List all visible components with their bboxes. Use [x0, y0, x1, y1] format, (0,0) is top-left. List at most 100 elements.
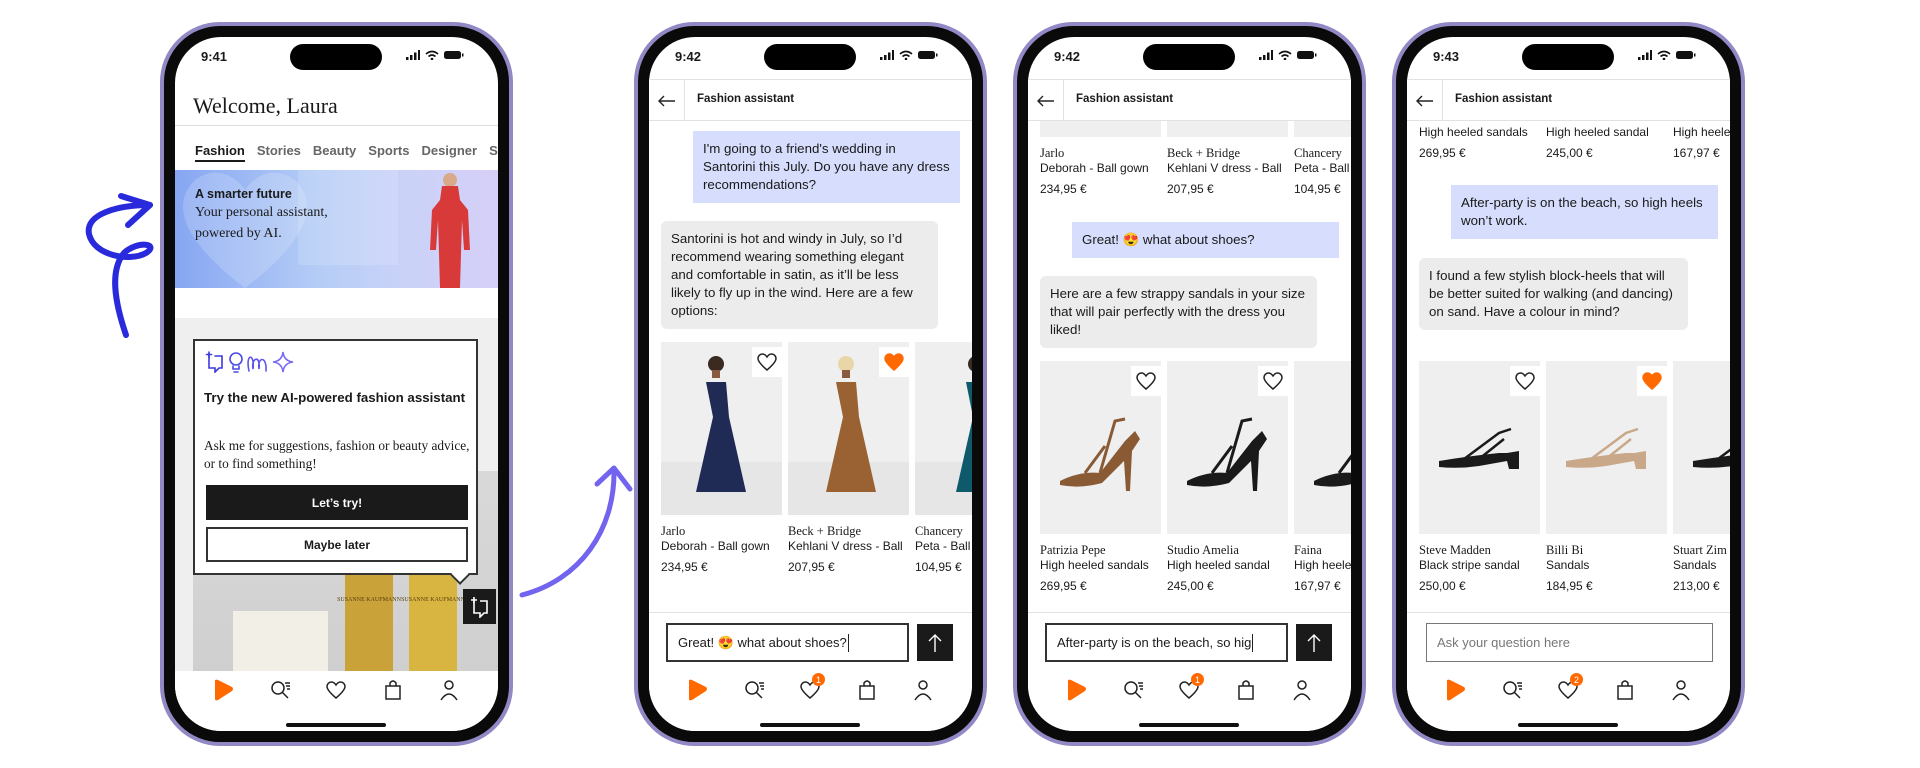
product-image[interactable] [1294, 361, 1351, 534]
product-price: 207,95 € [1167, 182, 1214, 196]
product-card[interactable]: Billi Bi Sandals 184,95 € [1546, 361, 1667, 593]
bottom-nav [175, 671, 498, 731]
wishlist-button[interactable]: 2 [1556, 673, 1583, 702]
product-name: Deborah - Ball gown [1040, 161, 1149, 175]
tab-sports[interactable]: Sports [368, 143, 409, 162]
profile-button[interactable] [1669, 678, 1693, 702]
back-button[interactable] [649, 80, 685, 121]
wishlist-button[interactable]: 1 [1177, 673, 1204, 702]
ai-banner[interactable]: A smarter future Your personal assistant… [175, 170, 498, 288]
product-image[interactable] [1419, 361, 1540, 534]
banner-line-1: Your personal assistant, [195, 205, 328, 220]
product-name: High heeled sandals [1040, 558, 1149, 572]
chat-input-value: After-party is on the beach, so hig [1057, 635, 1252, 650]
tab-fashion[interactable]: Fashion [195, 143, 245, 162]
wishlist-badge: 1 [1191, 673, 1204, 686]
chat-input[interactable]: Ask your question here [1426, 623, 1713, 662]
phone-home: 9:41 Welcome, Laura Fashion Stories Beau… [160, 22, 513, 746]
wishlist-toggle[interactable] [879, 347, 909, 377]
product-image[interactable] [1167, 121, 1288, 137]
product-image[interactable] [788, 342, 909, 515]
wishlist-button[interactable] [324, 678, 348, 702]
profile-button[interactable] [1290, 678, 1314, 702]
product-card[interactable]: Beck + Bridge Kehlani V dress - Ball 207… [1167, 121, 1288, 196]
wishlist-toggle[interactable] [1258, 366, 1288, 396]
product-card[interactable]: Patrizia Pepe High heeled sandals 269,95… [1040, 361, 1161, 593]
home-button[interactable] [1443, 678, 1467, 702]
signal-icon [1259, 50, 1273, 60]
product-card[interactable]: Jarlo Deborah - Ball gown 234,95 € [661, 342, 782, 574]
product-card[interactable]: Chancery Peta - Ball 104,95 € [1294, 121, 1351, 196]
product-price: 104,95 € [915, 560, 962, 574]
product-price: 104,95 € [1294, 182, 1341, 196]
product-brand: Beck + Bridge [1167, 146, 1241, 160]
profile-button[interactable] [911, 678, 935, 702]
chat-input[interactable]: Great! 😍 what about shoes? [666, 623, 909, 662]
bag-button[interactable] [855, 678, 879, 702]
product-image[interactable] [1040, 361, 1161, 534]
product-name: High heeled sandal [1546, 125, 1649, 139]
bag-button[interactable] [381, 678, 405, 702]
sparkle-chat-icon [470, 596, 488, 618]
product-price: 250,00 € [1419, 579, 1466, 593]
product-image[interactable] [1546, 361, 1667, 534]
home-button[interactable] [1064, 678, 1088, 702]
search-button[interactable] [269, 678, 293, 702]
product-image[interactable] [915, 342, 972, 515]
product-card[interactable]: High heeled sandal 245,00 € [1546, 121, 1667, 160]
tab-beauty[interactable]: Beauty [313, 143, 356, 162]
product-image[interactable] [1294, 121, 1351, 137]
search-button[interactable] [1501, 678, 1525, 702]
lets-try-button[interactable]: Let’s try! [206, 485, 468, 520]
product-card[interactable]: Beck + Bridge Kehlani V dress - Ball 207… [788, 342, 909, 574]
product-image[interactable] [1040, 121, 1161, 137]
send-button[interactable] [917, 624, 953, 661]
wishlist-toggle[interactable] [1131, 366, 1161, 396]
tab-designer[interactable]: Designer [421, 143, 477, 162]
back-button[interactable] [1028, 80, 1064, 121]
curly-arrow-icon [85, 193, 154, 338]
product-image[interactable] [1673, 361, 1730, 534]
assistant-chat-button[interactable] [463, 589, 496, 624]
back-button[interactable] [1407, 80, 1443, 121]
wishlist-button[interactable]: 1 [798, 673, 825, 702]
product-card[interactable]: Faina High heele 167,97 € [1294, 361, 1351, 593]
send-button[interactable] [1296, 624, 1332, 661]
product-card[interactable]: Steve Madden Black stripe sandal 250,00 … [1419, 361, 1540, 593]
product-card[interactable]: Jarlo Deborah - Ball gown 234,95 € [1040, 121, 1161, 196]
chat-messages[interactable]: I'm going to a friend's wedding in Santo… [649, 121, 972, 612]
product-price: 245,00 € [1546, 146, 1593, 160]
tab-more[interactable]: S [489, 143, 498, 162]
wishlist-toggle[interactable] [1510, 366, 1540, 396]
squiggle-icon [247, 356, 267, 372]
home-button[interactable] [211, 678, 235, 702]
chat-input[interactable]: After-party is on the beach, so hig [1045, 623, 1288, 662]
chat-messages[interactable]: Jarlo Deborah - Ball gown 234,95 € Beck … [1028, 121, 1351, 612]
chat-messages[interactable]: High heeled sandals 269,95 € High heeled… [1407, 121, 1730, 612]
tab-stories[interactable]: Stories [257, 143, 301, 162]
search-button[interactable] [1122, 678, 1146, 702]
bag-button[interactable] [1613, 678, 1637, 702]
bag-button[interactable] [1234, 678, 1258, 702]
chat-title: Fashion assistant [697, 93, 795, 105]
product-card[interactable]: High heeled sandals 269,95 € [1419, 121, 1540, 160]
search-icon [1122, 681, 1146, 706]
product-card[interactable]: High heele 167,97 € [1673, 121, 1730, 160]
product-card[interactable]: Stuart Zim Sandals 213,00 € [1673, 361, 1730, 593]
product-card[interactable]: Studio Amelia High heeled sandal 245,00 … [1167, 361, 1288, 593]
product-card[interactable]: Chancery Peta - Ball 104,95 € [915, 342, 972, 574]
product-carousel: Steve Madden Black stripe sandal 250,00 … [1419, 361, 1730, 593]
product-brand: Chancery [1294, 146, 1342, 160]
maybe-later-button[interactable]: Maybe later [206, 527, 468, 562]
product-image[interactable] [1167, 361, 1288, 534]
product-image[interactable] [661, 342, 782, 515]
assistant-message: Here are a few strappy sandals in your s… [1040, 276, 1317, 348]
curved-arrow-icon [519, 465, 633, 598]
wishlist-toggle[interactable] [752, 347, 782, 377]
chat-header: Fashion assistant [1028, 79, 1351, 121]
wishlist-toggle[interactable] [1637, 366, 1667, 396]
search-button[interactable] [743, 678, 767, 702]
home-button[interactable] [685, 678, 709, 702]
product-carousel: Patrizia Pepe High heeled sandals 269,95… [1040, 361, 1351, 593]
profile-button[interactable] [437, 678, 461, 702]
